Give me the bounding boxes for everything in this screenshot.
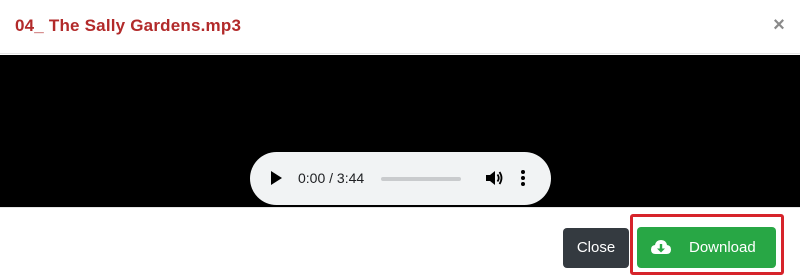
download-label: Download bbox=[689, 239, 756, 256]
close-button[interactable]: Close bbox=[563, 228, 629, 268]
play-icon[interactable] bbox=[268, 169, 284, 187]
media-dialog: 04_ The Sally Gardens.mp3 × 0:00 / 3:44 bbox=[0, 0, 800, 280]
audio-player: 0:00 / 3:44 bbox=[250, 152, 551, 205]
dialog-footer: Close Download bbox=[0, 207, 800, 280]
more-vertical-icon-glyph bbox=[521, 170, 525, 186]
volume-icon[interactable] bbox=[484, 168, 504, 188]
play-icon-glyph bbox=[271, 171, 282, 185]
close-icon[interactable]: × bbox=[770, 14, 788, 36]
dialog-title: 04_ The Sally Gardens.mp3 bbox=[15, 16, 242, 35]
progress-slider[interactable] bbox=[381, 177, 461, 181]
download-button[interactable]: Download bbox=[637, 227, 776, 268]
dialog-header: 04_ The Sally Gardens.mp3 × bbox=[0, 0, 800, 54]
cloud-download-icon bbox=[650, 237, 672, 257]
more-vertical-icon[interactable] bbox=[519, 168, 527, 188]
volume-icon-glyph bbox=[486, 171, 503, 185]
time-display: 0:00 / 3:44 bbox=[298, 170, 365, 186]
